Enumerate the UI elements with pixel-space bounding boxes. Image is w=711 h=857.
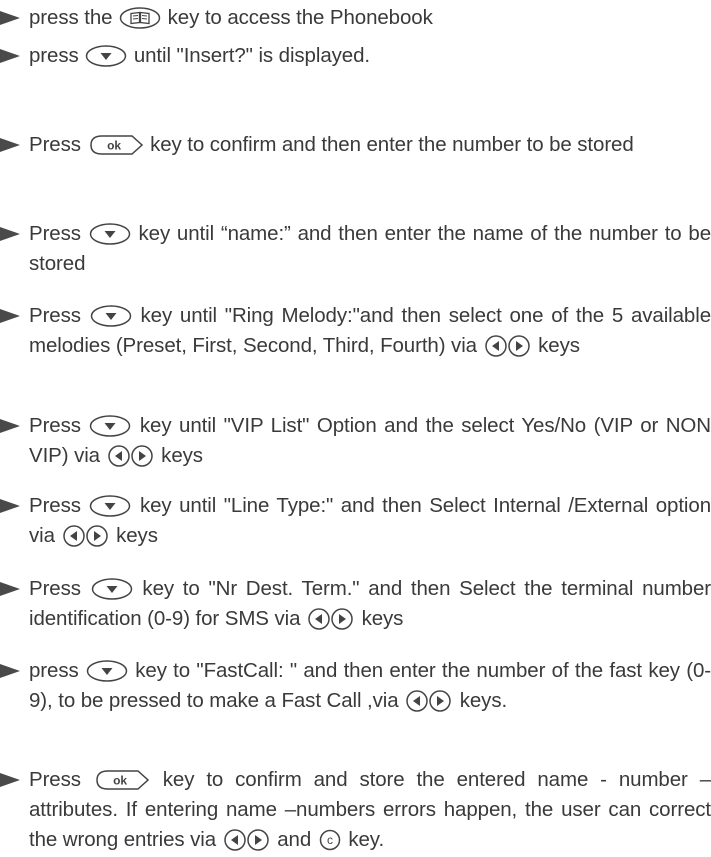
left-right-keys-icon — [307, 608, 355, 630]
down-key-icon — [91, 578, 133, 600]
bullet-arrow-icon — [0, 499, 20, 513]
step-text: until "Insert?" is displayed. — [128, 44, 370, 67]
step-text: press — [29, 44, 85, 67]
step-text: keys — [532, 334, 580, 357]
bullet-arrow-icon — [0, 11, 20, 25]
step-text: key to confirm and then enter the number… — [144, 133, 634, 156]
instruction-step: press the key to access the Phonebook — [0, 3, 711, 33]
step-text: key. — [342, 828, 385, 851]
ok-key-icon: ok — [88, 134, 144, 156]
clear-key-icon: c — [318, 829, 342, 851]
instruction-step: Press ok key to confirm and then enter t… — [0, 130, 711, 160]
step-text: Press — [29, 222, 88, 245]
step-text: keys — [355, 607, 404, 630]
left-right-keys-icon — [484, 335, 532, 357]
step-text: Press — [29, 304, 89, 327]
step-text: key to "FastCall: " and then enter the n… — [29, 659, 711, 712]
step-text: keys. — [454, 689, 508, 712]
down-key-icon — [86, 660, 128, 682]
step-text: Press — [29, 414, 89, 437]
svg-text:c: c — [327, 833, 333, 847]
instruction-step: press until "Insert?" is displayed. — [0, 41, 711, 71]
step-text: key until “name:” and then enter the nam… — [29, 222, 711, 275]
down-key-icon — [89, 415, 131, 437]
bullet-arrow-icon — [0, 664, 20, 678]
down-key-icon — [89, 495, 131, 517]
step-text: press the — [29, 6, 119, 29]
svg-text:ok: ok — [107, 139, 121, 153]
left-right-keys-icon — [223, 829, 271, 851]
step-text: press — [29, 659, 85, 682]
instruction-step: Press ok key to confirm and store the en… — [0, 765, 711, 855]
step-text: Press — [29, 768, 93, 791]
instruction-step: Press key to "Nr Dest. Term." and then S… — [0, 574, 711, 634]
ok-key-icon: ok — [94, 769, 150, 791]
bullet-arrow-icon — [0, 49, 20, 63]
phonebook-key-icon — [119, 7, 161, 29]
step-text: Press — [29, 133, 87, 156]
step-text: key to access the Phonebook — [162, 6, 433, 29]
svg-text:ok: ok — [113, 774, 127, 788]
down-key-icon — [85, 45, 127, 67]
instruction-step: Press key until "VIP List" Option and th… — [0, 411, 711, 471]
down-key-icon — [90, 305, 132, 327]
bullet-arrow-icon — [0, 227, 20, 241]
left-right-keys-icon — [62, 525, 110, 547]
bullet-arrow-icon — [0, 582, 20, 596]
left-right-keys-icon — [107, 445, 155, 467]
bullet-arrow-icon — [0, 773, 20, 787]
bullet-arrow-icon — [0, 309, 20, 323]
bullet-arrow-icon — [0, 138, 20, 152]
step-text: Press — [29, 494, 89, 517]
step-text: keys — [155, 444, 203, 467]
instruction-step: Press key until “name:” and then enter t… — [0, 219, 711, 279]
step-text: and — [271, 828, 317, 851]
bullet-arrow-icon — [0, 419, 20, 433]
left-right-keys-icon — [405, 690, 453, 712]
instruction-step: Press key until "Ring Melody:"and then s… — [0, 301, 711, 361]
instruction-step: press key to "FastCall: " and then enter… — [0, 656, 711, 716]
step-text: keys — [110, 524, 158, 547]
step-text: Press — [29, 577, 90, 600]
down-key-icon — [89, 223, 131, 245]
instruction-step: Press key until "Line Type:" and then Se… — [0, 491, 711, 551]
